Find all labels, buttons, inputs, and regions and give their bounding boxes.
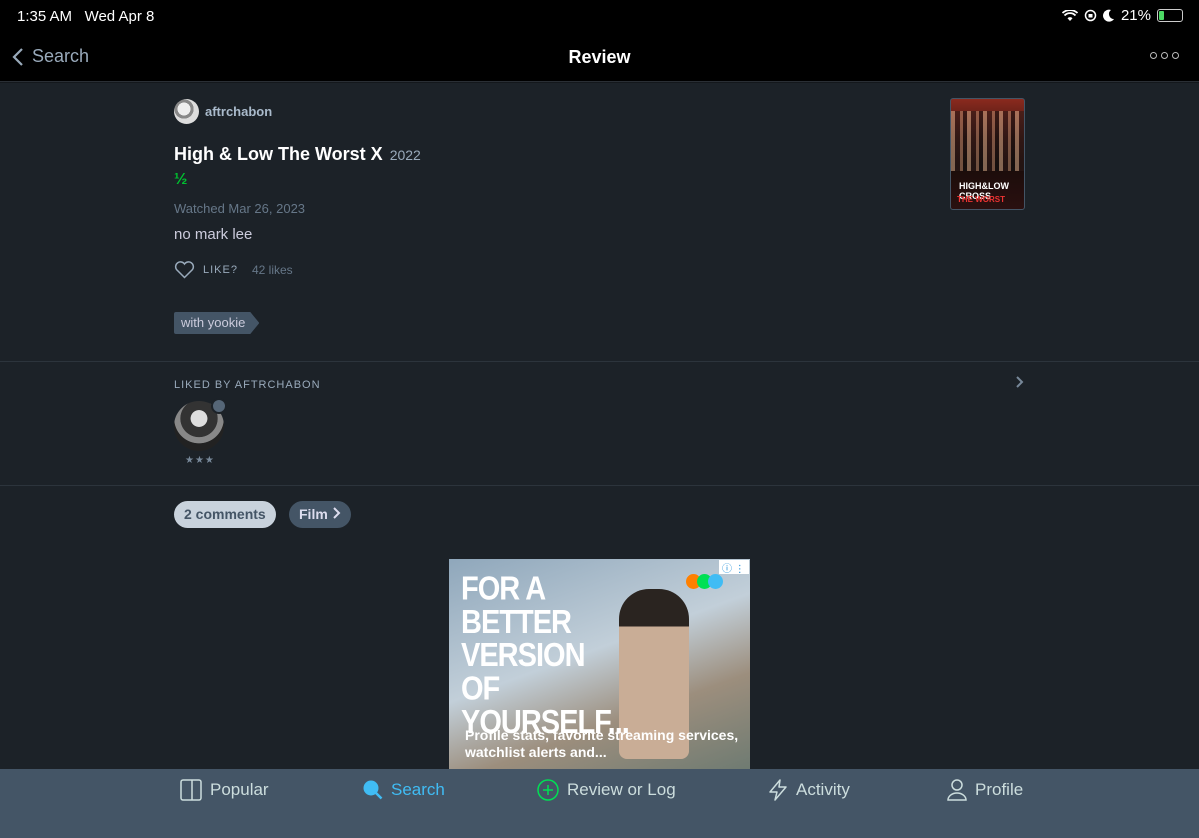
review-text: no mark lee bbox=[174, 226, 253, 243]
like-label: LIKE? bbox=[203, 264, 238, 276]
tab-label: Popular bbox=[210, 780, 269, 799]
review-author[interactable]: aftrchabon bbox=[174, 99, 272, 124]
plus-circle-icon bbox=[537, 779, 559, 801]
review-tag[interactable]: with yookie bbox=[174, 312, 259, 334]
comments-button[interactable]: 2 comments bbox=[174, 501, 276, 528]
chevron-right-icon[interactable] bbox=[1014, 373, 1026, 391]
search-icon bbox=[363, 780, 383, 800]
poster-artwork bbox=[951, 111, 1024, 171]
letterboxd-logo bbox=[686, 574, 723, 589]
watched-date: Watched Mar 26, 2023 bbox=[174, 201, 306, 216]
tab-activity[interactable]: Activity bbox=[768, 779, 850, 801]
orientation-lock-icon bbox=[1084, 9, 1097, 22]
tab-bar: Popular Search Review or Log Activity Pr… bbox=[0, 769, 1199, 838]
heart-icon bbox=[174, 261, 195, 279]
battery-fill bbox=[1159, 11, 1165, 20]
tab-label: Profile bbox=[975, 780, 1024, 799]
author-avatar bbox=[174, 99, 199, 124]
like-button[interactable]: LIKE? bbox=[174, 261, 238, 279]
lightning-icon bbox=[769, 779, 787, 801]
tab-label: Activity bbox=[796, 780, 850, 799]
ad-info-icon[interactable]: ⓘ ⋮ bbox=[719, 560, 749, 575]
wifi-icon bbox=[1061, 9, 1078, 21]
liker-rating: ★★★ bbox=[185, 455, 215, 466]
review-content: aftrchabon High & Low The Worst X 2022 ½… bbox=[0, 83, 1199, 769]
more-options-button[interactable] bbox=[1150, 52, 1179, 59]
page-title: Review bbox=[568, 47, 631, 67]
film-poster[interactable]: HIGH&LOW CROSS THE WORST bbox=[950, 98, 1025, 210]
status-time: 1:35 AM Wed Apr 8 bbox=[17, 8, 155, 25]
battery-icon bbox=[1157, 9, 1183, 22]
advertisement[interactable]: FOR A BETTER VERSION OF YOURSELF... ⓘ ⋮ … bbox=[449, 559, 750, 769]
tab-label: Search bbox=[391, 779, 445, 799]
dot-icon bbox=[1172, 52, 1179, 59]
divider bbox=[0, 485, 1199, 486]
likes-count[interactable]: 42 likes bbox=[252, 263, 293, 277]
ad-subtext: Profile stats, favorite streaming servic… bbox=[465, 727, 739, 760]
logo-dot bbox=[708, 574, 723, 589]
status-right: 21% bbox=[1061, 7, 1183, 24]
dot-icon bbox=[1161, 52, 1168, 59]
chevron-right-icon bbox=[332, 507, 341, 519]
like-row: LIKE? 42 likes bbox=[174, 261, 293, 279]
film-year[interactable]: 2022 bbox=[390, 147, 421, 163]
author-name: aftrchabon bbox=[205, 104, 273, 119]
star-rating: ½ bbox=[174, 171, 188, 188]
profile-icon bbox=[947, 779, 967, 801]
liked-by-header[interactable]: LIKED BY AFTRCHABON bbox=[174, 379, 321, 391]
film-button[interactable]: Film bbox=[289, 501, 351, 528]
battery-percent: 21% bbox=[1120, 7, 1151, 24]
list-badge-icon bbox=[211, 398, 227, 414]
tab-search[interactable]: Search bbox=[362, 779, 445, 800]
status-bar: 1:35 AM Wed Apr 8 21% bbox=[0, 0, 1199, 32]
tab-popular[interactable]: Popular bbox=[180, 779, 269, 801]
moon-icon bbox=[1102, 9, 1114, 22]
film-title[interactable]: High & Low The Worst X 2022 bbox=[174, 144, 421, 165]
tab-review-or-log[interactable]: Review or Log bbox=[537, 779, 676, 801]
ad-headline: FOR A BETTER VERSION OF YOURSELF... bbox=[461, 570, 630, 741]
divider bbox=[0, 361, 1199, 362]
tab-label: Review or Log bbox=[567, 780, 676, 799]
poster-subtitle: THE WORST bbox=[957, 195, 1005, 204]
dot-icon bbox=[1150, 52, 1157, 59]
popular-icon bbox=[180, 779, 202, 801]
navigation-bar: Search Review bbox=[0, 32, 1199, 82]
tab-profile[interactable]: Profile bbox=[947, 779, 1023, 801]
